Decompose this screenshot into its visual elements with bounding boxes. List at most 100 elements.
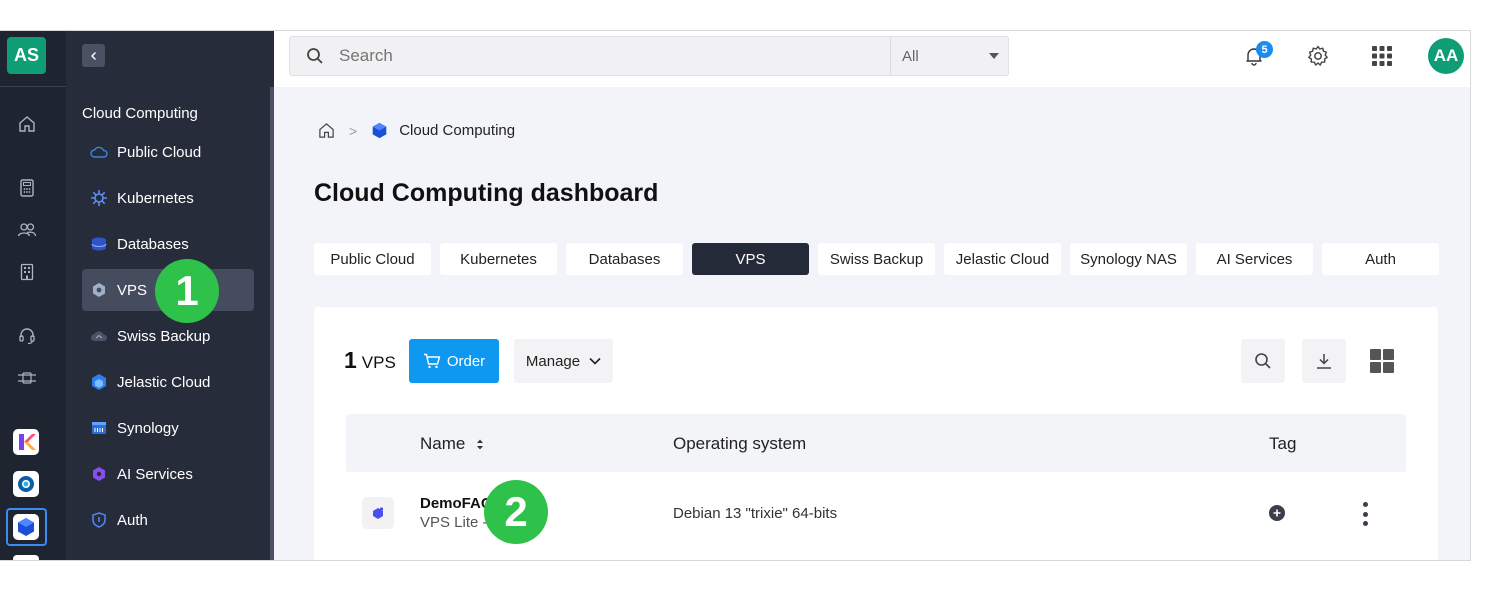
- main-content: > Cloud Computing Cloud Computing dashbo…: [274, 87, 1470, 560]
- building-icon[interactable]: [14, 259, 40, 285]
- collapse-sidebar-button[interactable]: [82, 44, 105, 67]
- calculator-icon[interactable]: [14, 175, 40, 201]
- add-tag-button[interactable]: [1269, 505, 1285, 521]
- apps-grid-icon: [1372, 46, 1392, 66]
- search-bar: All: [289, 36, 1009, 76]
- manage-button[interactable]: Manage: [514, 339, 613, 383]
- app-rail: AS: [0, 31, 66, 560]
- kdrive-app-icon[interactable]: [13, 471, 39, 497]
- tab-jelastic-cloud[interactable]: Jelastic Cloud: [944, 243, 1061, 275]
- tab-databases[interactable]: Databases: [566, 243, 683, 275]
- sidebar-item-databases[interactable]: Databases: [82, 223, 254, 265]
- sidebar-item-ai-services[interactable]: AI Services: [82, 453, 254, 495]
- sidebar-item-label: Jelastic Cloud: [117, 373, 211, 391]
- vps-count-unit: VPS: [361, 353, 396, 372]
- sidebar-item-label: Databases: [117, 235, 189, 253]
- vps-name[interactable]: DemoFAQ: [420, 495, 493, 512]
- synology-icon: [90, 419, 108, 437]
- tab-vps[interactable]: VPS: [692, 243, 809, 275]
- tab-kubernetes[interactable]: Kubernetes: [440, 243, 557, 275]
- sort-icon: [477, 439, 484, 449]
- settings-button[interactable]: [1305, 43, 1331, 69]
- order-button-label: Order: [446, 352, 486, 370]
- search-input[interactable]: [339, 46, 859, 66]
- chevron-down-icon: [589, 357, 601, 365]
- search-vps-button[interactable]: [1241, 339, 1285, 383]
- top-bar: All 5 AA: [274, 31, 1470, 87]
- sidebar-section-title: Cloud Computing: [82, 105, 198, 122]
- sidebar-item-label: AI Services: [117, 465, 193, 483]
- column-tag: Tag: [1269, 434, 1297, 453]
- tab-public-cloud[interactable]: Public Cloud: [314, 243, 431, 275]
- search-icon: [1255, 353, 1271, 369]
- sidebar-item-label: Kubernetes: [117, 189, 194, 207]
- tab-ai-services[interactable]: AI Services: [1196, 243, 1313, 275]
- apps-grid-button[interactable]: [1369, 43, 1395, 69]
- sidebar-item-synology[interactable]: Synology: [82, 407, 254, 449]
- ai-icon: [90, 465, 108, 483]
- chevron-down-icon: [989, 53, 999, 59]
- vps-count-number: 1: [344, 347, 357, 373]
- user-avatar[interactable]: AA: [1428, 38, 1464, 74]
- page-title: Cloud Computing dashboard: [314, 179, 659, 207]
- download-icon: [1317, 354, 1331, 369]
- row-more-options-button[interactable]: [1360, 502, 1370, 526]
- breadcrumb-current[interactable]: Cloud Computing: [399, 122, 515, 139]
- sidebar-item-label: Public Cloud: [117, 143, 202, 161]
- sidebar-item-label: Swiss Backup: [117, 327, 211, 345]
- home-icon[interactable]: [14, 111, 40, 137]
- cloud-computing-app-icon[interactable]: [13, 514, 39, 540]
- plus-icon: [1273, 509, 1281, 517]
- notification-count-badge: 5: [1256, 41, 1273, 58]
- cart-icon: [423, 353, 441, 369]
- backup-cloud-icon: [90, 327, 108, 345]
- column-name-label: Name: [420, 434, 466, 453]
- sidebar-item-swiss-backup[interactable]: Swiss Backup: [82, 315, 254, 357]
- grid-view-toggle[interactable]: [1370, 349, 1394, 373]
- vps-card: 1 VPS Order Manage Name Operating system…: [314, 307, 1438, 560]
- shield-icon: [90, 511, 108, 529]
- database-icon: [90, 235, 108, 253]
- order-button[interactable]: Order: [409, 339, 499, 383]
- sidebar-item-label: Auth: [117, 511, 148, 529]
- notifications-button[interactable]: 5: [1241, 41, 1273, 69]
- vps-row-icon: [362, 497, 394, 529]
- account-badge[interactable]: AS: [7, 37, 46, 74]
- tab-swiss-backup[interactable]: Swiss Backup: [818, 243, 935, 275]
- vps-icon: [90, 281, 108, 299]
- step-marker-1: 1: [155, 259, 219, 323]
- sidebar-item-auth[interactable]: Auth: [82, 499, 254, 541]
- manage-button-label: Manage: [525, 352, 581, 370]
- rail-header: AS: [0, 31, 66, 87]
- support-icon[interactable]: [14, 323, 40, 349]
- vps-operating-system: Debian 13 "trixie" 64-bits: [673, 505, 838, 522]
- jelastic-icon: [90, 373, 108, 391]
- breadcrumb: > Cloud Computing: [318, 122, 515, 139]
- kchat-app-icon[interactable]: [13, 429, 39, 455]
- sidebar-item-public-cloud[interactable]: Public Cloud: [82, 131, 254, 173]
- export-button[interactable]: [1302, 339, 1346, 383]
- tab-auth[interactable]: Auth: [1322, 243, 1439, 275]
- gear-icon: [1308, 45, 1328, 66]
- cloud-icon: [90, 143, 108, 161]
- sidebar-item-jelastic-cloud[interactable]: Jelastic Cloud: [82, 361, 254, 403]
- breadcrumb-separator: >: [349, 122, 358, 139]
- step-marker-2: 2: [484, 480, 548, 544]
- table-header: Name Operating system Tag: [346, 414, 1406, 472]
- column-name[interactable]: Name: [420, 434, 485, 454]
- grid-view-icon: [1370, 349, 1394, 373]
- vps-count: 1 VPS: [344, 347, 396, 374]
- product-tabs: Public Cloud Kubernetes Databases VPS Sw…: [314, 243, 1448, 275]
- users-icon[interactable]: [14, 217, 40, 243]
- cloud-computing-cube-icon: [372, 122, 387, 139]
- network-icon[interactable]: [14, 365, 40, 391]
- sidebar-item-label: Synology: [117, 419, 179, 437]
- tab-synology-nas[interactable]: Synology NAS: [1070, 243, 1187, 275]
- home-icon[interactable]: [318, 122, 335, 139]
- search-scope-select[interactable]: All: [890, 37, 1009, 75]
- sidebar-item-kubernetes[interactable]: Kubernetes: [82, 177, 254, 219]
- more-dot: [1362, 521, 1368, 526]
- app-window: AS Cloud Computing Public Cloud Kubernet…: [0, 31, 1470, 560]
- more-apps-icon[interactable]: [13, 555, 39, 560]
- kubernetes-icon: [90, 189, 108, 207]
